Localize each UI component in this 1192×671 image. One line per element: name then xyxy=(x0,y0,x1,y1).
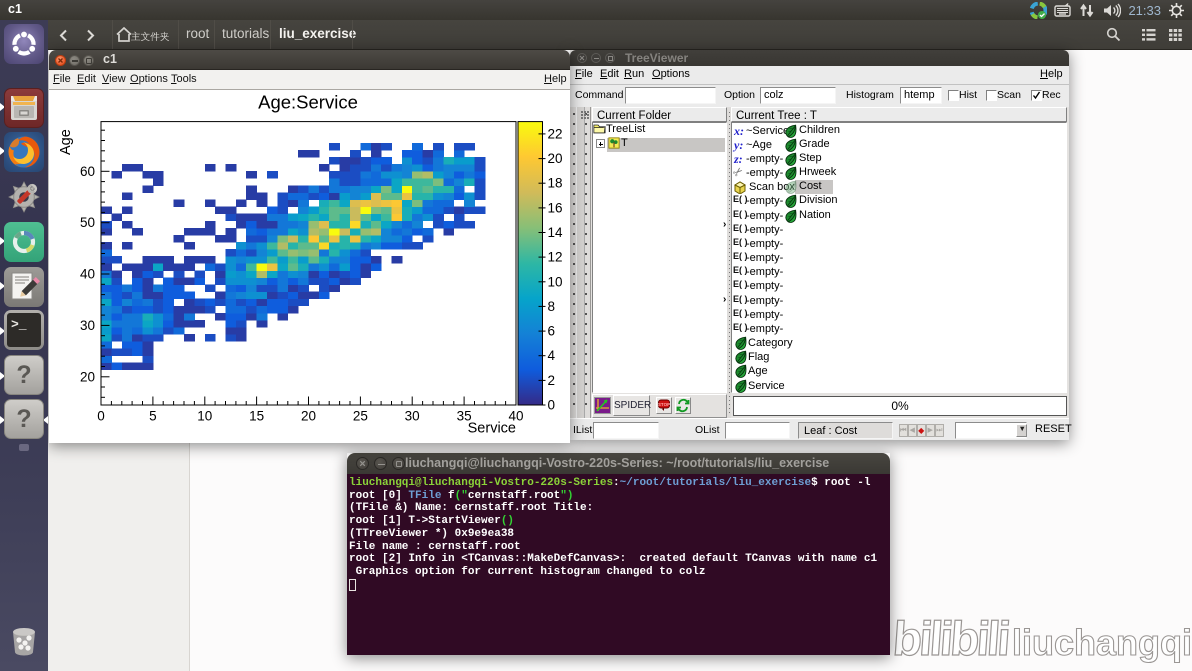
svg-text:Service: Service xyxy=(468,421,516,437)
svg-text:10: 10 xyxy=(197,409,212,424)
svg-text:4: 4 xyxy=(548,348,556,363)
svg-text:STOP: STOP xyxy=(658,402,670,407)
svg-text:18: 18 xyxy=(548,176,563,191)
svg-text:5: 5 xyxy=(149,409,157,424)
svg-text:60: 60 xyxy=(80,164,95,179)
svg-text:6: 6 xyxy=(548,324,556,339)
svg-text:40: 40 xyxy=(80,267,95,282)
svg-text:30: 30 xyxy=(80,318,95,333)
svg-text:Age:Service: Age:Service xyxy=(258,92,358,113)
svg-text:50: 50 xyxy=(80,215,95,230)
svg-text:15: 15 xyxy=(249,409,264,424)
svg-text:22: 22 xyxy=(548,126,563,141)
svg-text:12: 12 xyxy=(548,250,563,265)
svg-text:Age: Age xyxy=(58,129,74,155)
svg-text:30: 30 xyxy=(405,409,420,424)
svg-text:0: 0 xyxy=(548,398,556,413)
svg-text:20: 20 xyxy=(301,409,316,424)
svg-text:2: 2 xyxy=(548,373,556,388)
svg-text:10: 10 xyxy=(548,274,563,289)
svg-text:16: 16 xyxy=(548,200,563,215)
svg-text:0: 0 xyxy=(97,409,105,424)
svg-text:25: 25 xyxy=(353,409,368,424)
svg-text:8: 8 xyxy=(548,299,556,314)
svg-text:20: 20 xyxy=(548,151,563,166)
svg-text:14: 14 xyxy=(548,225,564,240)
svg-text:20: 20 xyxy=(80,369,95,384)
